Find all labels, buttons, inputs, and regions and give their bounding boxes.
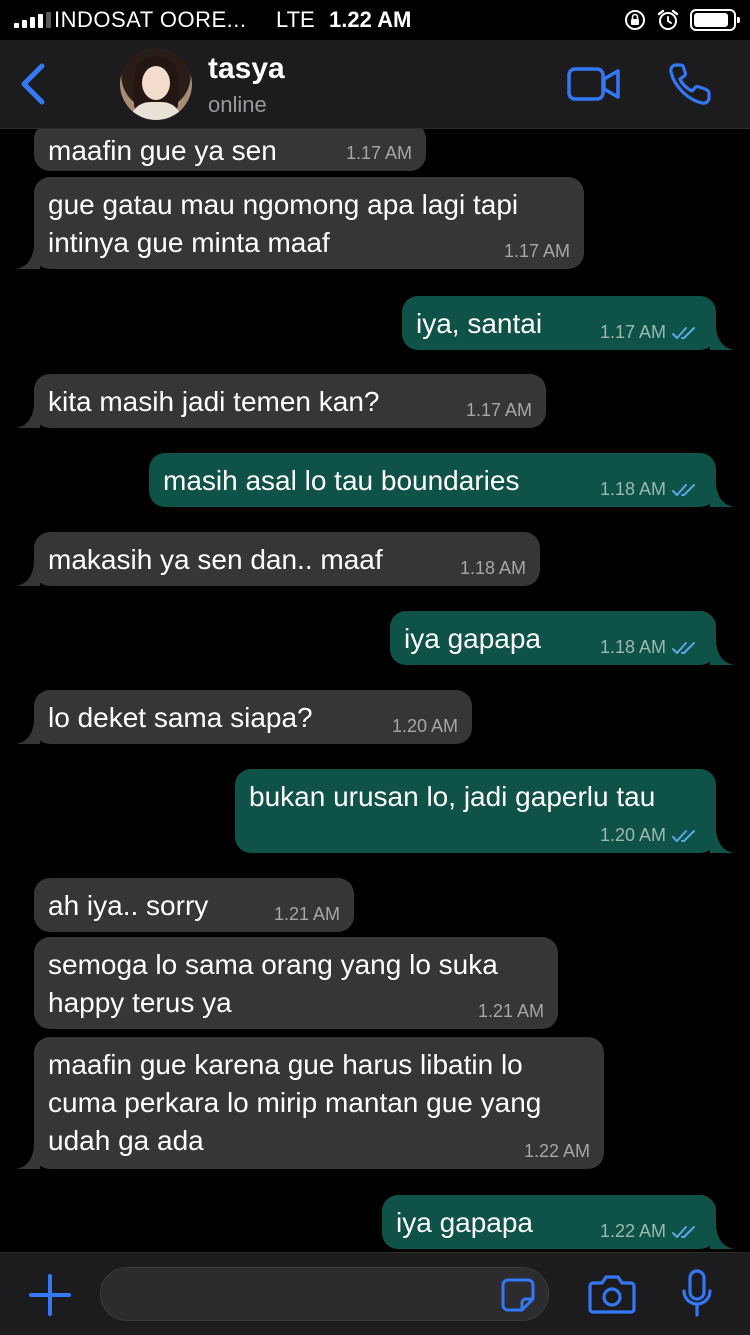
message-bubble-incoming[interactable]: makasih ya sen dan.. maaf 1.18 AM bbox=[16, 532, 540, 586]
message-time: 1.18 AM bbox=[600, 637, 698, 657]
read-receipt-icon bbox=[672, 1226, 695, 1239]
status-bar: INDOSAT OORE... LTE 1.22 AM bbox=[0, 0, 750, 40]
message-time: 1.21 AM bbox=[477, 1001, 544, 1021]
read-receipt-icon bbox=[672, 642, 695, 655]
signal-strength-icon bbox=[14, 12, 51, 28]
message-bubble-outgoing[interactable]: iya gapapa 1.18 AM bbox=[390, 611, 734, 665]
message-bubble-outgoing[interactable]: masih asal lo tau boundaries 1.18 AM bbox=[149, 453, 734, 507]
message-bubble-outgoing[interactable]: iya gapapa 1.22 AM bbox=[382, 1195, 734, 1249]
message-text: masih asal lo tau boundaries bbox=[163, 465, 520, 496]
message-time: 1.21 AM bbox=[273, 904, 340, 924]
message-input[interactable] bbox=[119, 1268, 483, 1322]
message-text: iya, santai bbox=[416, 308, 543, 339]
message-text: iya gapapa bbox=[396, 1207, 534, 1238]
phone-call-button[interactable] bbox=[666, 60, 714, 108]
message-time: 1.17 AM bbox=[345, 143, 412, 163]
message-bubble-incoming[interactable]: maafin gue ya sen 1.17 AM bbox=[34, 129, 426, 171]
message-input-bar bbox=[0, 1252, 750, 1335]
message-time: 1.22 AM bbox=[600, 1221, 698, 1241]
microphone-icon[interactable] bbox=[680, 1269, 714, 1319]
message-text: bukan urusan lo, jadi gaperlu tau bbox=[249, 781, 656, 812]
chat-header: tasya online bbox=[0, 40, 750, 129]
message-time: 1.20 AM bbox=[600, 825, 698, 845]
contact-name[interactable]: tasya bbox=[208, 52, 285, 86]
camera-icon[interactable] bbox=[588, 1273, 636, 1315]
contact-status: online bbox=[208, 92, 267, 117]
read-receipt-icon bbox=[672, 830, 695, 843]
message-bubble-incoming[interactable]: lo deket sama siapa? 1.20 AM bbox=[16, 690, 472, 744]
message-time: 1.20 AM bbox=[391, 716, 458, 736]
message-bubble-outgoing[interactable]: iya, santai 1.17 AM bbox=[402, 296, 734, 350]
message-time: 1.17 AM bbox=[600, 322, 698, 342]
avatar[interactable] bbox=[120, 48, 192, 120]
sticker-icon[interactable] bbox=[500, 1277, 536, 1313]
message-bubble-incoming[interactable]: maafin gue karena gue harus libatin lo c… bbox=[16, 1037, 604, 1169]
message-bubble-incoming[interactable]: semoga lo sama orang yang lo suka happy … bbox=[34, 937, 558, 1029]
message-text: lo deket sama siapa? bbox=[48, 702, 313, 733]
message-text: kita masih jadi temen kan? bbox=[48, 386, 380, 417]
read-receipt-icon bbox=[672, 484, 695, 497]
orientation-lock-icon bbox=[625, 10, 645, 30]
read-receipt-icon bbox=[672, 327, 695, 340]
back-button[interactable] bbox=[14, 62, 54, 106]
message-bubble-incoming[interactable]: kita masih jadi temen kan? 1.17 AM bbox=[16, 374, 546, 428]
carrier-name: INDOSAT OORE... bbox=[54, 7, 247, 32]
message-time: 1.18 AM bbox=[600, 479, 698, 499]
video-call-button[interactable] bbox=[566, 64, 622, 104]
message-text: maafin gue karena gue harus libatin lo c… bbox=[48, 1049, 542, 1156]
message-bubble-incoming[interactable]: gue gatau mau ngomong apa lagi tapi inti… bbox=[16, 177, 584, 269]
message-text: makasih ya sen dan.. maaf bbox=[48, 544, 383, 575]
plus-icon[interactable] bbox=[28, 1273, 72, 1317]
message-text: semoga lo sama orang yang lo suka happy … bbox=[48, 949, 498, 1018]
message-bubble-incoming[interactable]: ah iya.. sorry 1.21 AM bbox=[34, 878, 354, 932]
alarm-icon bbox=[657, 9, 679, 30]
message-text: iya gapapa bbox=[404, 623, 542, 654]
message-text: gue gatau mau ngomong apa lagi tapi inti… bbox=[48, 189, 519, 258]
message-list[interactable]: maafin gue ya sen 1.17 AM gue gatau mau … bbox=[0, 129, 750, 1252]
message-field[interactable] bbox=[100, 1267, 549, 1322]
message-text: maafin gue ya sen bbox=[48, 135, 277, 166]
message-time: 1.17 AM bbox=[465, 400, 532, 420]
network-type: LTE bbox=[276, 7, 315, 32]
status-icons bbox=[624, 8, 740, 32]
status-time: 1.22 AM bbox=[329, 7, 412, 32]
battery-icon bbox=[690, 9, 740, 31]
message-bubble-outgoing[interactable]: bukan urusan lo, jadi gaperlu tau 1.20 A… bbox=[235, 769, 734, 853]
message-time: 1.22 AM bbox=[523, 1141, 590, 1161]
message-time: 1.17 AM bbox=[503, 241, 570, 261]
message-time: 1.18 AM bbox=[459, 558, 526, 578]
message-text: ah iya.. sorry bbox=[48, 890, 209, 921]
